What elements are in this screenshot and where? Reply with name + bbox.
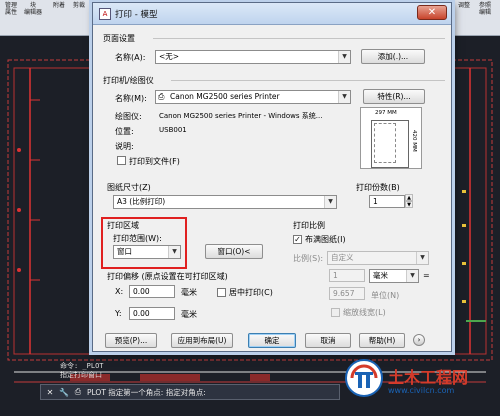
- divider: [153, 38, 445, 39]
- printable-area: [374, 123, 396, 163]
- page-setup-name-value: <无>: [159, 52, 180, 61]
- ok-button[interactable]: 确定: [248, 333, 296, 348]
- page-setup-group-title: 页面设置: [103, 34, 135, 43]
- printer-name-combo[interactable]: ⎙ Canon MG2500 series Printer ▼: [155, 90, 351, 104]
- ribbon-attach[interactable]: 附着: [50, 2, 68, 9]
- command-history: 命令: _PLOT 指定打印窗口: [60, 362, 104, 380]
- command-prompt-text: PLOT 指定第一个角点: 指定对角点:: [87, 387, 206, 397]
- center-plot-checkbox[interactable]: [217, 288, 226, 297]
- copies-input[interactable]: 1: [369, 195, 405, 208]
- printer-name-value: Canon MG2500 series Printer: [170, 92, 280, 101]
- watermark: 土木工程网 www.civilcn.com: [344, 354, 498, 410]
- ribbon-clip[interactable]: 剪裁: [70, 2, 88, 9]
- add-page-setup-button[interactable]: 添加(.)...: [361, 49, 425, 64]
- print-to-file-label: 打印到文件(F): [129, 157, 180, 166]
- scale-lineweights-checkbox[interactable]: [331, 308, 340, 317]
- fit-to-paper-label: 布满图纸(I): [305, 235, 346, 244]
- apply-to-layout-button[interactable]: 应用到布局(U): [171, 333, 233, 348]
- scale-value: 自定义: [331, 253, 354, 262]
- chevron-down-icon: ▼: [324, 196, 336, 208]
- offset-x-label: X:: [115, 287, 124, 296]
- preview-width-label: 297 MM: [375, 110, 397, 116]
- chevron-down-icon: ▼: [338, 51, 350, 63]
- copies-group-title: 打印份数(B): [356, 183, 400, 192]
- copies-spinner[interactable]: ▲ ▼: [405, 194, 413, 208]
- preview-height-label: 420 MM: [411, 130, 417, 152]
- watermark-name: 土木工程网: [388, 368, 469, 387]
- paper-size-group-title: 图纸尺寸(Z): [107, 183, 151, 192]
- fit-to-paper-checkbox[interactable]: ✓: [293, 235, 302, 244]
- preview-button[interactable]: 预览(P)...: [105, 333, 157, 348]
- command-history-line: 指定打印窗口: [60, 371, 102, 379]
- equals-sign: =: [423, 271, 430, 280]
- offset-y-unit: 毫米: [181, 310, 197, 319]
- dialog-title: 打印 - 模型: [115, 10, 158, 20]
- window-pick-button[interactable]: 窗口(O)<: [205, 244, 263, 259]
- spin-down-icon[interactable]: ▼: [405, 201, 413, 208]
- watermark-url: www.civilcn.com: [388, 386, 455, 395]
- page-setup-name-label: 名称(A):: [115, 53, 146, 62]
- paper-preview-page: [371, 120, 409, 168]
- command-history-line: 命令: _PLOT: [60, 362, 104, 370]
- paper-size-value: A3 (比例打印): [117, 197, 166, 206]
- ribbon-ref-edit[interactable]: 参照 编辑: [476, 2, 494, 16]
- cancel-button[interactable]: 取消: [305, 333, 351, 348]
- spin-up-icon[interactable]: ▲: [405, 194, 413, 201]
- command-line[interactable]: ✕ 🔧 ⎙ PLOT 指定第一个角点: 指定对角点:: [40, 384, 340, 400]
- chevron-down-icon: ▼: [338, 91, 350, 103]
- printer-icon: ⎙: [74, 387, 82, 396]
- expand-options-icon[interactable]: ›: [413, 334, 425, 346]
- paper-size-combo[interactable]: A3 (比例打印) ▼: [113, 195, 337, 209]
- where-value: USB001: [159, 126, 187, 134]
- offset-y-label: Y:: [115, 309, 122, 318]
- chevron-down-icon: ▼: [406, 270, 418, 282]
- plotter-value: Canon MG2500 series Printer - Windows 系统…: [159, 112, 323, 120]
- scale-value1-input[interactable]: 1: [329, 269, 365, 282]
- plot-scale-group-title: 打印比例: [293, 221, 325, 230]
- dialog-titlebar[interactable]: A 打印 - 模型 ✕: [93, 3, 451, 25]
- plot-dialog: A 打印 - 模型 ✕ 页面设置 名称(A): <无> ▼ 添加(.)... 打…: [92, 2, 452, 352]
- close-button[interactable]: ✕: [417, 5, 447, 20]
- app-icon: A: [99, 8, 111, 20]
- printer-name-label: 名称(M):: [115, 94, 147, 103]
- plot-offset-group-title: 打印偏移 (原点设置在可打印区域): [107, 272, 228, 281]
- help-button[interactable]: 帮助(H): [359, 333, 405, 348]
- center-plot-label: 居中打印(C): [229, 288, 273, 297]
- printer-icon: ⎙: [158, 92, 165, 101]
- annotation-highlight-box: [101, 217, 187, 269]
- ribbon-manage-attributes[interactable]: 管理 属性: [2, 2, 20, 16]
- printer-group-title: 打印机/绘图仪: [103, 76, 154, 85]
- ribbon-block-editor[interactable]: 块编辑器: [24, 2, 42, 16]
- paper-preview: 297 MM 420 MM: [360, 107, 422, 169]
- scale-combo[interactable]: 自定义 ▼: [327, 251, 429, 265]
- ribbon-adjust[interactable]: 调整: [455, 2, 473, 9]
- plotter-label: 绘图仪:: [115, 112, 142, 121]
- scale-unit-combo[interactable]: 毫米 ▼: [369, 269, 419, 283]
- offset-x-unit: 毫米: [181, 288, 197, 297]
- divider: [171, 80, 445, 81]
- wrench-icon[interactable]: 🔧: [59, 387, 69, 397]
- scale-lineweights-label: 缩放线宽(L): [343, 308, 386, 317]
- chevron-down-icon: ▼: [416, 252, 428, 264]
- offset-y-input[interactable]: 0.00: [129, 307, 175, 320]
- scale-unit-value: 毫米: [373, 271, 388, 280]
- scale-unit-label: 单位(N): [371, 291, 400, 300]
- print-to-file-checkbox[interactable]: [117, 156, 126, 165]
- offset-x-input[interactable]: 0.00: [129, 285, 175, 298]
- page-setup-name-combo[interactable]: <无> ▼: [155, 50, 351, 64]
- watermark-logo: [345, 359, 383, 397]
- printer-properties-button[interactable]: 特性(R)...: [363, 89, 425, 104]
- description-label: 说明:: [115, 142, 134, 151]
- scale-value2-input[interactable]: 9.657: [329, 287, 365, 300]
- close-icon[interactable]: ✕: [45, 387, 55, 397]
- where-label: 位置:: [115, 127, 134, 136]
- scale-label: 比例(S):: [293, 254, 324, 263]
